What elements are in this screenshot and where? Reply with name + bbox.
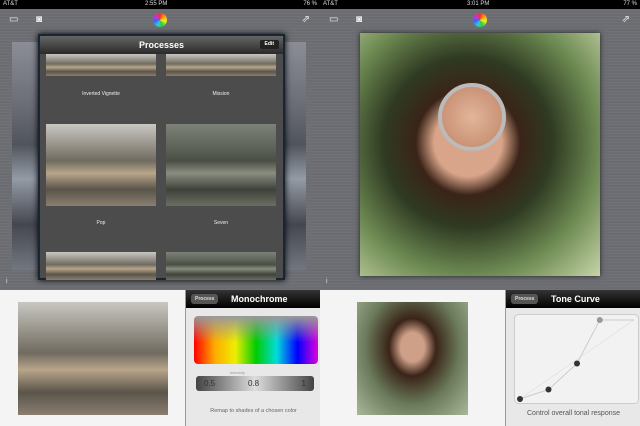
process-button[interactable]: Process [511, 294, 539, 304]
thumb[interactable] [46, 252, 156, 280]
panel-description: Control overall tonal response [527, 410, 620, 417]
info-icon[interactable]: i [6, 278, 8, 285]
magnifier-loupe[interactable] [438, 83, 506, 151]
thumb-mission[interactable] [166, 54, 276, 76]
panel-title: Tone Curve [551, 294, 600, 304]
tone-curve-graph[interactable] [514, 314, 639, 404]
item-label: Inverted Vignette [82, 91, 120, 97]
curve-control-point[interactable] [517, 396, 523, 402]
right-screen: AT&T 3:01 PM 77 % ▭ ◙ ⇗ i [320, 0, 640, 290]
layers-icon[interactable]: ▭ [9, 9, 18, 31]
tone-curve-panel: Process Tone Curve Control overall tonal… [505, 290, 640, 426]
left-screen: AT&T 2:55 PM 76 % ▭ ◙ ⇗ Processes Edit I… [0, 0, 320, 290]
curve-control-point[interactable] [574, 360, 580, 367]
item-label: Seven [213, 220, 229, 226]
carrier: AT&T [323, 1, 338, 7]
process-button[interactable]: Process [191, 294, 219, 304]
curve-control-point[interactable] [545, 386, 552, 393]
intensity-slider[interactable]: 0.5 0.8 1 [196, 376, 314, 391]
thumb-inverted-vignette[interactable] [46, 54, 156, 76]
item-label: Mission [212, 91, 230, 97]
color-wheel-icon[interactable] [153, 13, 167, 27]
thumb[interactable] [166, 252, 276, 280]
panel-title: Monochrome [231, 294, 288, 304]
city-photo [18, 302, 168, 415]
slider-label: Intensity [230, 370, 245, 375]
monochrome-view: Process Monochrome Intensity 0.5 0.8 1 R… [0, 290, 320, 426]
thumb-seven[interactable] [166, 124, 276, 206]
processes-popover: Processes Edit Inverted Vignette Mission… [38, 34, 285, 280]
battery: 76 % [303, 1, 317, 7]
clock: 3:01 PM [467, 1, 490, 7]
panel-description: Remap to shades of a chosen color [210, 408, 297, 414]
slider-max: 1 [301, 379, 306, 388]
portrait-thumb [357, 302, 468, 415]
share-icon[interactable]: ⇗ [622, 9, 630, 31]
status-bar: AT&T 3:01 PM 77 % [320, 0, 640, 9]
color-wheel-icon[interactable] [473, 13, 487, 27]
portrait-photo [360, 33, 600, 276]
popover-title: Processes [138, 40, 185, 50]
color-picker[interactable] [194, 316, 318, 364]
monochrome-panel: Process Monochrome Intensity 0.5 0.8 1 R… [185, 290, 320, 426]
carrier: AT&T [3, 1, 18, 7]
edit-button[interactable]: Edit [259, 40, 279, 49]
item-label: Pop [96, 220, 106, 226]
layers-icon[interactable]: ▭ [329, 9, 338, 31]
slider-value: 0.8 [248, 379, 260, 388]
share-icon[interactable]: ⇗ [302, 9, 310, 31]
thumb-pop[interactable] [46, 124, 156, 206]
camera-icon[interactable]: ◙ [36, 9, 42, 31]
clock: 2:55 PM [145, 1, 168, 7]
curve-control-point[interactable] [596, 317, 603, 323]
camera-icon[interactable]: ◙ [356, 9, 362, 31]
status-bar: AT&T 2:55 PM 76 % [0, 0, 320, 9]
tone-curve-view: Process Tone Curve Control overall tonal… [320, 290, 640, 426]
battery: 77 % [623, 1, 637, 7]
info-icon[interactable]: i [326, 278, 328, 285]
slider-min: 0.5 [204, 379, 216, 388]
